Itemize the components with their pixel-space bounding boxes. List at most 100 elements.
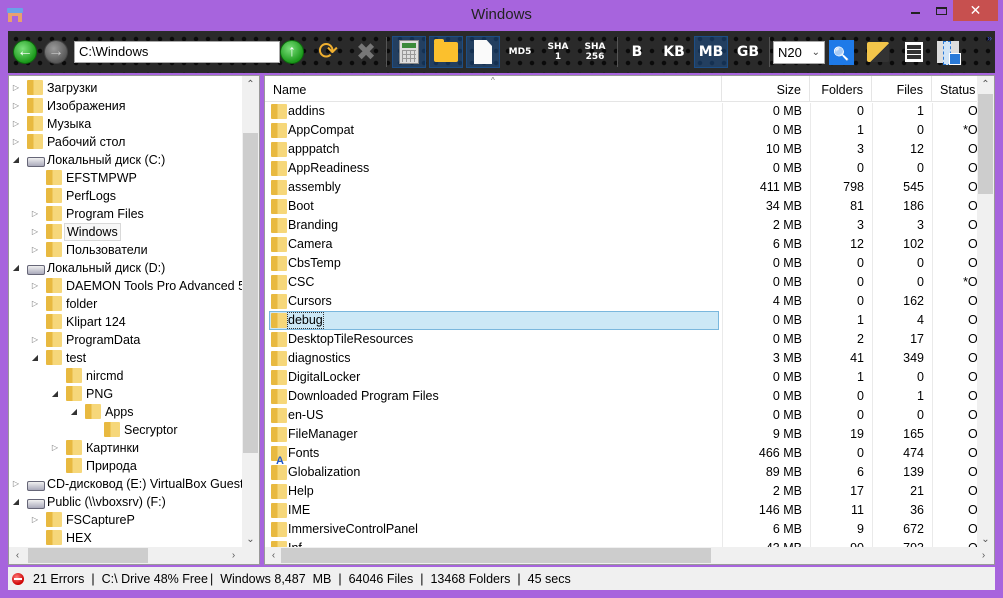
collapsed-toggle-icon[interactable]: ▷ — [30, 205, 40, 223]
tree-vertical-scrollbar[interactable]: ⌃ ⌄ — [242, 76, 259, 548]
expanded-toggle-icon[interactable]: ◢ — [50, 385, 60, 403]
table-row[interactable]: DesktopTileResources0 MB217OK — [265, 330, 994, 349]
md5-button[interactable]: MD5 — [505, 36, 535, 68]
table-row[interactable]: FileManager9 MB19165OK — [265, 425, 994, 444]
forward-button[interactable]: → — [43, 36, 69, 68]
cell-size: 411 MB — [759, 180, 802, 194]
show-folders-button[interactable] — [429, 36, 463, 68]
cell-size: 2 MB — [772, 484, 802, 498]
save-layout-button[interactable] — [934, 36, 962, 68]
close-button[interactable]: ✕ — [953, 0, 998, 21]
table-row[interactable]: diagnostics3 MB41349OK — [265, 349, 994, 368]
table-row[interactable]: assembly411 MB798545OK — [265, 178, 994, 197]
table-row[interactable]: AFonts466 MB0474OK — [265, 444, 994, 467]
toolbar-overflow-icon[interactable]: » — [987, 33, 992, 43]
list-vscroll-thumb[interactable] — [978, 94, 993, 194]
collapsed-toggle-icon[interactable]: ▷ — [50, 439, 60, 457]
table-row[interactable]: IME146 MB1136OK — [265, 501, 994, 520]
expanded-toggle-icon[interactable]: ◢ — [11, 493, 21, 511]
collapsed-toggle-icon[interactable]: ▷ — [11, 79, 21, 97]
search-button[interactable]: 🔍 — [829, 40, 854, 65]
scroll-down-icon[interactable]: ⌄ — [977, 531, 994, 548]
calculate-size-button[interactable] — [392, 36, 426, 68]
unit-kb-button[interactable]: KB — [657, 36, 691, 68]
table-row[interactable]: apppatch10 MB312OK — [265, 140, 994, 159]
expanded-toggle-icon[interactable]: ◢ — [30, 349, 40, 367]
table-row[interactable]: Cursors4 MB0162OK — [265, 292, 994, 311]
table-row[interactable]: Boot34 MB81186OK — [265, 197, 994, 216]
table-row[interactable]: CSC 0 MB 0 0 *OK — [265, 273, 994, 292]
table-row[interactable]: ImmersiveControlPanel6 MB9672OK — [265, 520, 994, 539]
list-vertical-scrollbar[interactable]: ⌃ ⌄ — [977, 76, 994, 548]
collapsed-toggle-icon[interactable]: ▷ — [30, 295, 40, 313]
column-header-folders[interactable]: Folders — [810, 76, 872, 102]
unit-bytes-button[interactable]: B — [623, 36, 651, 68]
list-hscroll-thumb[interactable] — [281, 548, 711, 563]
table-row[interactable]: Downloaded Program Files0 MB01OK — [265, 387, 994, 406]
folder-list[interactable]: Name ^ Size Folders Files Status addins 0… — [264, 75, 995, 565]
table-row[interactable]: en-US0 MB00OK — [265, 406, 994, 425]
collapsed-toggle-icon[interactable]: ▷ — [11, 133, 21, 151]
sha1-button[interactable]: SHA 1 — [543, 36, 573, 68]
error-icon[interactable] — [12, 572, 24, 585]
table-row[interactable]: Help2 MB1721OK — [265, 482, 994, 501]
expanded-toggle-icon[interactable]: ◢ — [11, 259, 21, 277]
column-header-status[interactable]: Status — [932, 76, 982, 102]
expanded-toggle-icon[interactable]: ◢ — [69, 403, 79, 421]
collapsed-toggle-icon[interactable]: ▷ — [30, 241, 40, 259]
collapsed-toggle-icon[interactable]: ▷ — [11, 97, 21, 115]
table-row[interactable]: Camera6 MB12102OK — [265, 235, 994, 254]
top-n-select[interactable]: N20 ⌄ — [773, 41, 825, 64]
column-header-files[interactable]: Files — [872, 76, 932, 102]
collapsed-toggle-icon[interactable]: ▷ — [30, 511, 40, 529]
scroll-right-icon[interactable]: › — [225, 547, 242, 564]
status-folder-size: Windows 8,487 MB — [220, 571, 332, 586]
expanded-toggle-icon[interactable]: ◢ — [11, 151, 21, 169]
list-horizontal-scrollbar[interactable]: ‹ › — [265, 547, 994, 564]
back-button[interactable]: ← — [12, 36, 38, 68]
table-row[interactable]: Globalization89 MB6139OK — [265, 463, 994, 482]
table-row[interactable]: debug0 MB14OK — [265, 311, 994, 330]
scroll-up-icon[interactable]: ⌃ — [977, 76, 994, 93]
show-files-button[interactable] — [466, 36, 500, 68]
scroll-left-icon[interactable]: ‹ — [265, 547, 282, 564]
top-n-value: N20 — [778, 45, 802, 60]
address-input[interactable]: C:\Windows — [74, 41, 280, 63]
table-row[interactable]: CbsTemp0 MB00OK — [265, 254, 994, 273]
cell-name: en-US — [288, 408, 324, 422]
unit-gb-button[interactable]: GB — [732, 36, 764, 68]
minimize-button[interactable] — [901, 0, 931, 21]
table-row[interactable]: Branding2 MB33OK — [265, 216, 994, 235]
table-row[interactable]: AppReadiness0 MB00OK — [265, 159, 994, 178]
folder-icon — [271, 199, 287, 214]
refresh-button[interactable]: ⟳ — [313, 36, 343, 68]
columns-button[interactable] — [900, 36, 928, 68]
collapsed-toggle-icon[interactable]: ▷ — [11, 475, 21, 493]
sha256-button[interactable]: SHA 256 — [580, 36, 610, 68]
table-row[interactable]: AppCompat 0 MB 1 0 *OK — [265, 121, 994, 140]
table-row[interactable]: DigitalLocker0 MB10OK — [265, 368, 994, 387]
up-folder-button[interactable]: ↑ — [279, 36, 305, 68]
stop-button[interactable]: ✖ — [351, 36, 381, 68]
tree-hscroll-thumb[interactable] — [28, 548, 148, 563]
folder-tree[interactable]: ▷ Загрузки ▷ Изображения ▷ Музыка ▷ Рабочий сто… — [8, 75, 260, 565]
collapsed-toggle-icon[interactable]: ▷ — [11, 115, 21, 133]
scroll-up-icon[interactable]: ⌃ — [242, 76, 259, 93]
table-row[interactable]: addins0 MB01OK — [265, 102, 994, 121]
collapsed-toggle-icon[interactable]: ▷ — [30, 331, 40, 349]
folder-icon — [271, 484, 287, 499]
tree-vscroll-thumb[interactable] — [243, 133, 258, 453]
status-errors[interactable]: 21 Errors — [33, 572, 84, 586]
tree-item-label: Природа — [86, 459, 137, 473]
collapsed-toggle-icon[interactable]: ▷ — [30, 277, 40, 295]
status-elapsed-time: 45 secs — [527, 571, 571, 586]
unit-mb-button[interactable]: MB — [694, 36, 728, 68]
scroll-right-icon[interactable]: › — [975, 547, 992, 564]
scroll-down-icon[interactable]: ⌄ — [242, 531, 259, 548]
scroll-left-icon[interactable]: ‹ — [9, 547, 26, 564]
column-header-size[interactable]: Size — [722, 76, 810, 102]
title-bar[interactable]: Windows ✕ — [0, 0, 1003, 31]
tree-horizontal-scrollbar[interactable]: ‹ › — [9, 547, 259, 564]
open-folder-button[interactable] — [864, 36, 892, 68]
collapsed-toggle-icon[interactable]: ▷ — [30, 223, 40, 241]
